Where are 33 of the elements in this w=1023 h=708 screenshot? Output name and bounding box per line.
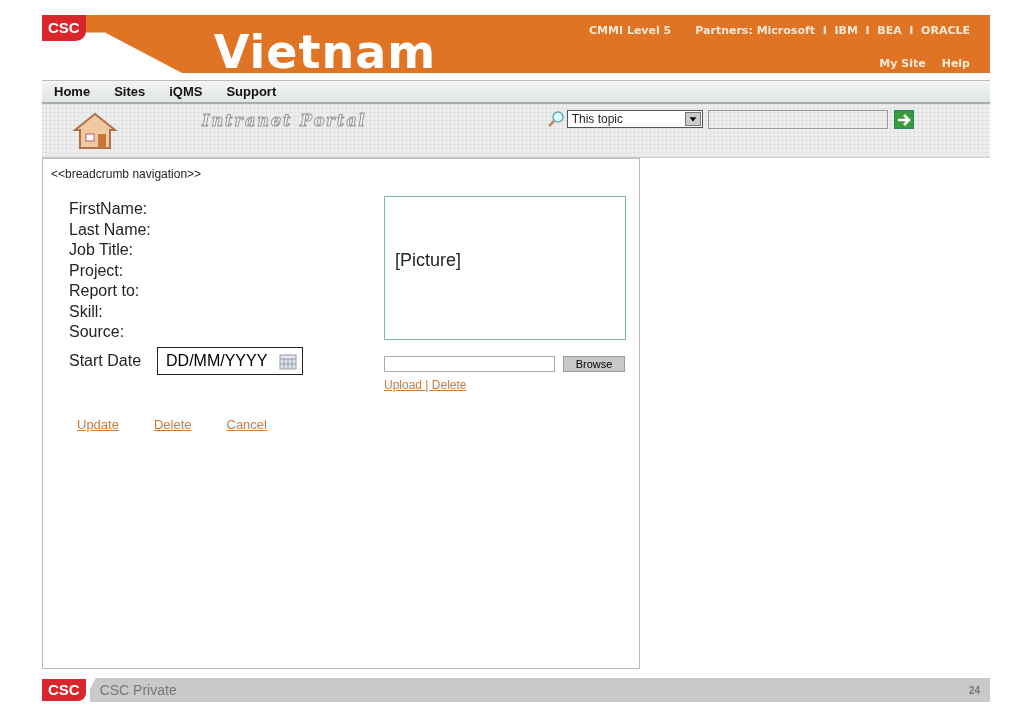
footer-logo: CSC <box>42 679 86 701</box>
portal-title: Intranet Portal <box>202 110 367 132</box>
nav-link[interactable]: Sites <box>114 81 146 102</box>
go-button[interactable] <box>893 110 914 129</box>
caret-icon <box>684 112 701 126</box>
file-field[interactable] <box>384 356 555 372</box>
nav-link[interactable]: Home <box>54 81 91 102</box>
field-label: Project: <box>69 260 125 281</box>
field-label: Last Name: <box>69 219 152 240</box>
site-title: Vietnam <box>213 24 437 73</box>
browse-button[interactable]: Browse <box>563 356 625 372</box>
search-field[interactable] <box>707 110 888 129</box>
partners-text: Partners: Microsoft I IBM I BEA I ORACLE <box>695 23 970 39</box>
date-field[interactable]: DD/MM/YYYY <box>157 346 304 375</box>
field-label: Source: <box>69 322 126 342</box>
page-number: 24 <box>968 683 980 698</box>
scope-dropdown[interactable]: This topic <box>566 110 703 128</box>
field-label: Start Date <box>69 350 142 371</box>
breadcrumb-text: <<breadcrumb navigation>> <box>51 166 203 183</box>
field-label: Job Title: <box>69 240 135 260</box>
field-label: FirstName: <box>69 199 149 219</box>
calendar-icon[interactable] <box>279 351 298 370</box>
logo: CSC <box>42 15 86 41</box>
house-icon[interactable] <box>70 110 120 150</box>
nav-link[interactable]: iQMS <box>169 81 203 102</box>
field-label: Skill: <box>69 301 104 322</box>
field-label: Report to: <box>69 281 141 301</box>
picture-label: [Picture] <box>395 250 462 270</box>
arrow-icon <box>896 113 911 126</box>
footer-label: CSC Private <box>99 680 177 700</box>
nav-link[interactable]: Support <box>226 81 277 102</box>
search-icon <box>546 110 565 128</box>
cmmi-label: CMMI Level 5 <box>589 23 672 39</box>
